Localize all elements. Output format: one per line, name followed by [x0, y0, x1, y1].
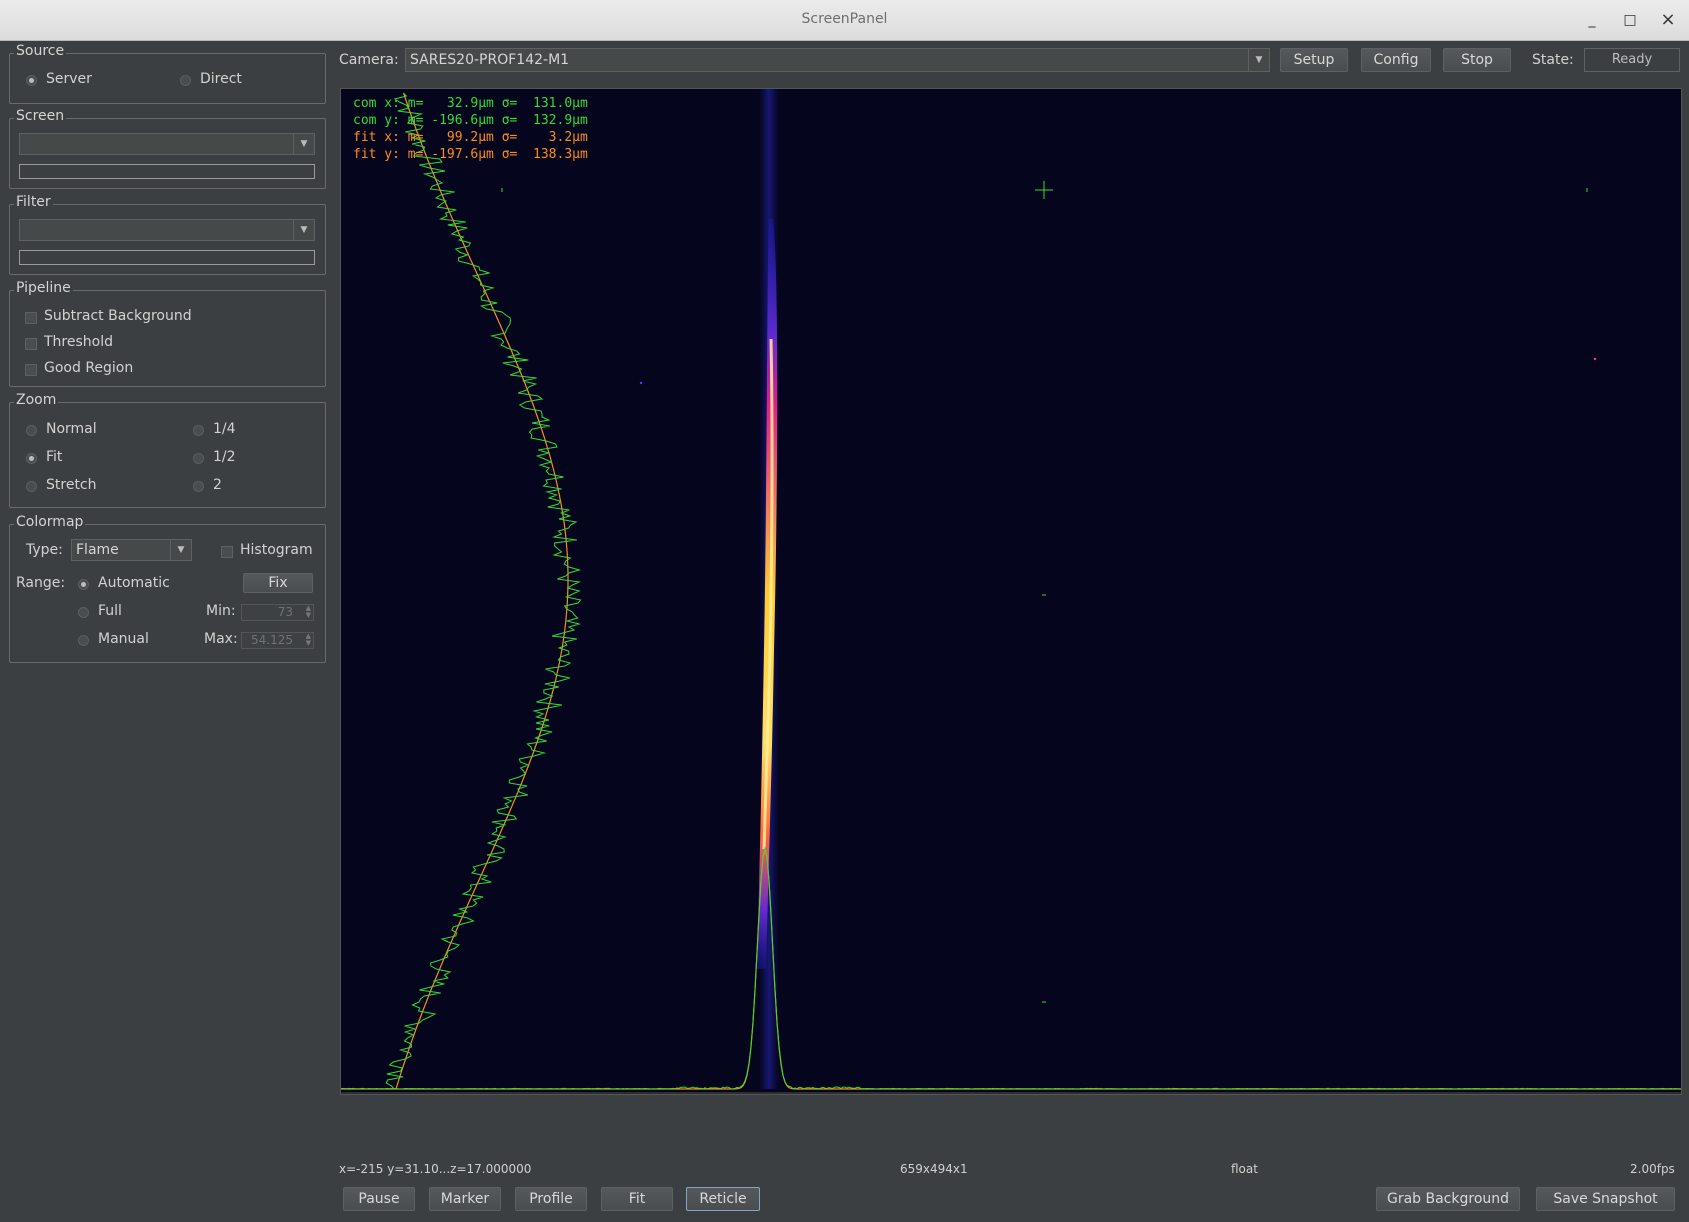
- chevron-down-icon: ▼: [293, 134, 314, 154]
- range-manual-radio[interactable]: [78, 635, 89, 646]
- screen-group: Screen ▼: [9, 108, 326, 189]
- subtract-background-label: Subtract Background: [44, 308, 192, 324]
- source-server-radio[interactable]: [26, 75, 37, 86]
- image-background: [341, 89, 1681, 1092]
- pause-button[interactable]: Pause: [343, 1187, 415, 1211]
- chevron-down-icon: ▼: [1248, 49, 1269, 71]
- range-automatic-label: Automatic: [98, 575, 170, 591]
- max-value: 54.125: [251, 633, 293, 647]
- com-y-readout: com y: m= -196.6μm σ= 132.9μm: [353, 113, 588, 128]
- zoom-stretch-label: Stretch: [46, 477, 97, 493]
- threshold-label: Threshold: [44, 334, 113, 350]
- zoom-half-label: 1/2: [213, 449, 236, 465]
- range-automatic-radio[interactable]: [78, 579, 89, 590]
- fit-button[interactable]: Fit: [601, 1187, 673, 1211]
- camera-image-panel[interactable]: com x: m= 32.9μm σ= 131.0μm com y: m= -1…: [340, 88, 1682, 1095]
- frame-rate: 2.00fps: [1630, 1162, 1675, 1176]
- title-bar: ScreenPanel _ □ ×: [0, 0, 1689, 41]
- reticle-button[interactable]: Reticle: [686, 1187, 760, 1211]
- minimize-button[interactable]: _: [1581, 9, 1603, 31]
- good-region-label: Good Region: [44, 360, 134, 376]
- profile-button[interactable]: Profile: [515, 1187, 587, 1211]
- range-full-label: Full: [98, 603, 122, 619]
- filter-group: Filter ▼: [9, 194, 326, 275]
- zoom-two-radio[interactable]: [193, 481, 204, 492]
- state-value: Ready: [1584, 48, 1680, 72]
- config-button[interactable]: Config: [1361, 48, 1431, 72]
- min-value: 73: [277, 605, 293, 619]
- chevron-down-icon: ▼: [293, 220, 314, 240]
- zoom-quarter-label: 1/4: [213, 421, 236, 437]
- setup-button[interactable]: Setup: [1280, 48, 1348, 72]
- screen-progress: [19, 164, 315, 179]
- camera-label: Camera:: [339, 52, 399, 68]
- zoom-group: Zoom Normal Fit Stretch 1/4 1/2 2: [9, 392, 326, 508]
- close-button[interactable]: ×: [1657, 9, 1679, 31]
- range-full-radio[interactable]: [78, 607, 89, 618]
- image-type: float: [1231, 1162, 1258, 1176]
- window-title: ScreenPanel: [801, 11, 888, 27]
- colormap-title: Colormap: [14, 514, 86, 530]
- filter-progress: [19, 250, 315, 265]
- range-label: Range:: [16, 575, 66, 591]
- filter-title: Filter: [14, 194, 53, 210]
- screen-combo[interactable]: ▼: [19, 133, 315, 155]
- save-snapshot-button[interactable]: Save Snapshot: [1536, 1187, 1675, 1211]
- filter-combo[interactable]: ▼: [19, 219, 315, 241]
- zoom-two-label: 2: [213, 477, 222, 493]
- source-direct-label: Direct: [200, 71, 242, 87]
- source-group: Source Server Direct: [9, 43, 326, 104]
- histogram-checkbox[interactable]: [221, 546, 233, 558]
- fit-x-readout: fit x: m= 99.2μm σ= 3.2μm: [353, 130, 588, 145]
- zoom-quarter-radio[interactable]: [193, 425, 204, 436]
- screen-title: Screen: [14, 108, 67, 124]
- source-title: Source: [14, 43, 67, 59]
- camera-image[interactable]: [341, 89, 1681, 1094]
- camera-combo-value: SARES20-PROF142-M1: [410, 52, 570, 68]
- threshold-checkbox[interactable]: [25, 338, 37, 350]
- zoom-stretch-radio[interactable]: [26, 481, 37, 492]
- max-spinner[interactable]: 54.125 ▲ ▼: [241, 632, 314, 649]
- image-bottom-border: [341, 1092, 1681, 1094]
- state-label: State:: [1532, 52, 1574, 68]
- cursor-coords: x=-215 y=31.10...z=17.000000: [339, 1162, 532, 1176]
- marker-button[interactable]: Marker: [429, 1187, 501, 1211]
- com-x-readout: com x: m= 32.9μm σ= 131.0μm: [353, 96, 588, 111]
- histogram-label: Histogram: [240, 542, 313, 558]
- pipeline-title: Pipeline: [14, 280, 73, 296]
- range-manual-label: Manual: [98, 631, 149, 647]
- source-direct-radio[interactable]: [180, 75, 191, 86]
- subtract-background-checkbox[interactable]: [25, 312, 37, 324]
- image-size: 659x494x1: [900, 1162, 968, 1176]
- colormap-type-combo[interactable]: Flame ▼: [71, 539, 192, 561]
- min-label: Min:: [206, 603, 236, 619]
- min-spinner[interactable]: 73 ▲ ▼: [241, 604, 314, 621]
- maximize-button[interactable]: □: [1619, 9, 1641, 31]
- pipeline-group: Pipeline Subtract Background Threshold G…: [9, 280, 326, 387]
- zoom-normal-radio[interactable]: [26, 425, 37, 436]
- fix-button[interactable]: Fix: [243, 573, 313, 593]
- zoom-normal-label: Normal: [46, 421, 97, 437]
- colormap-type-value: Flame: [76, 542, 119, 558]
- good-region-checkbox[interactable]: [25, 364, 37, 376]
- spinner-arrows-icon: ▲ ▼: [305, 632, 311, 647]
- zoom-fit-radio[interactable]: [26, 453, 37, 464]
- colormap-group: Colormap Type: Flame ▼ Histogram Range: …: [9, 514, 326, 663]
- source-server-label: Server: [46, 71, 92, 87]
- grab-background-button[interactable]: Grab Background: [1376, 1187, 1520, 1211]
- fit-y-readout: fit y: m= -197.6μm σ= 138.3μm: [353, 147, 588, 162]
- zoom-title: Zoom: [14, 392, 59, 408]
- zoom-half-radio[interactable]: [193, 453, 204, 464]
- spinner-arrows-icon: ▲ ▼: [305, 604, 311, 619]
- stop-button[interactable]: Stop: [1443, 48, 1511, 72]
- max-label: Max:: [204, 631, 238, 647]
- colormap-type-label: Type:: [26, 542, 63, 558]
- camera-combo[interactable]: SARES20-PROF142-M1 ▼: [405, 48, 1270, 72]
- chevron-down-icon: ▼: [170, 540, 191, 560]
- zoom-fit-label: Fit: [46, 449, 63, 465]
